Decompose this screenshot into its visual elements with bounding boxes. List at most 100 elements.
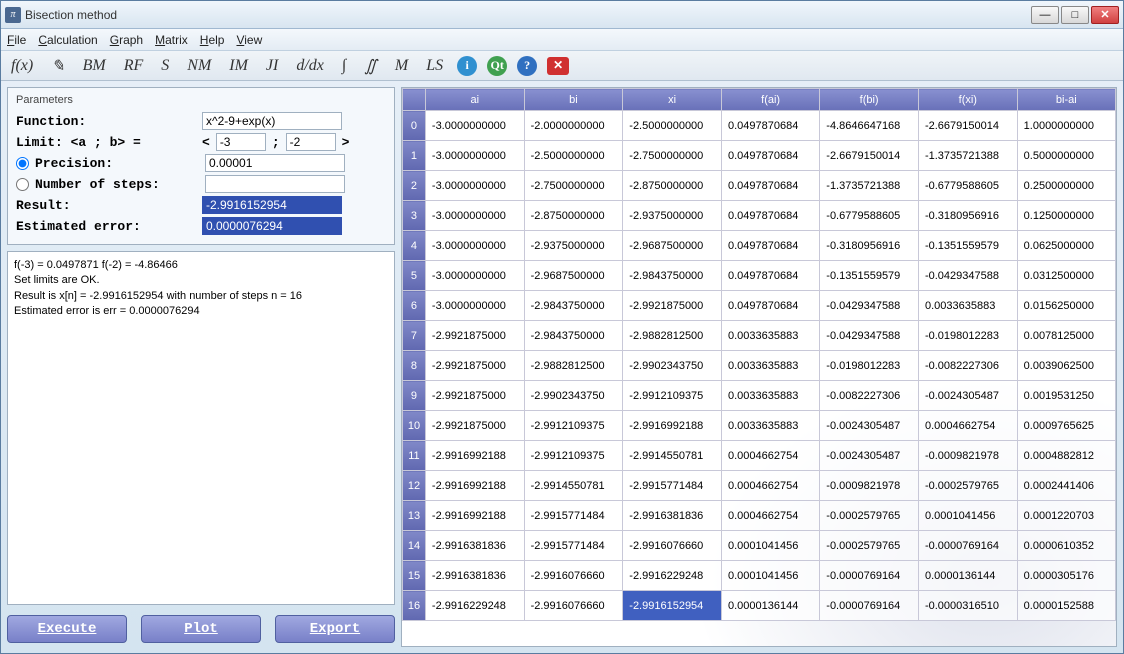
table-cell[interactable]: -0.0000316510 [918, 591, 1017, 621]
table-cell[interactable]: -0.0198012283 [918, 321, 1017, 351]
table-cell[interactable]: 0.0078125000 [1017, 321, 1115, 351]
table-cell[interactable]: 0.0033635883 [918, 291, 1017, 321]
col-header-5[interactable]: f(xi) [918, 89, 1017, 111]
precision-radio[interactable] [16, 157, 29, 170]
table-cell[interactable]: -3.0000000000 [425, 201, 524, 231]
results-table-panel[interactable]: aibixif(ai)f(bi)f(xi)bi-ai 0-3.000000000… [401, 87, 1117, 647]
row-header[interactable]: 12 [403, 471, 426, 501]
table-cell[interactable]: -0.6779588605 [820, 201, 919, 231]
table-cell[interactable]: 0.0004662754 [721, 441, 819, 471]
tool-fx[interactable]: f(x) [7, 55, 37, 77]
table-cell[interactable]: 0.0497870684 [721, 291, 819, 321]
row-header[interactable]: 0 [403, 111, 426, 141]
table-row[interactable]: 9-2.9921875000-2.9902343750-2.9912109375… [403, 381, 1116, 411]
col-header-0[interactable]: ai [425, 89, 524, 111]
export-button[interactable]: Export [275, 615, 395, 643]
table-cell[interactable]: 0.0497870684 [721, 261, 819, 291]
row-header[interactable]: 16 [403, 591, 426, 621]
table-cell[interactable]: -0.0024305487 [820, 411, 919, 441]
table-cell[interactable]: -2.9916992188 [425, 501, 524, 531]
menu-file[interactable]: File [7, 33, 26, 47]
table-cell[interactable]: 0.0004882812 [1017, 441, 1115, 471]
table-cell[interactable]: 1.0000000000 [1017, 111, 1115, 141]
table-cell[interactable]: 0.0000136144 [918, 561, 1017, 591]
tool-dint[interactable]: ∬ [360, 54, 381, 78]
table-cell[interactable]: -2.9921875000 [623, 291, 722, 321]
tool-m[interactable]: M [391, 55, 412, 77]
stop-icon[interactable]: ✕ [547, 57, 569, 75]
table-cell[interactable]: 0.0497870684 [721, 111, 819, 141]
table-cell[interactable]: -2.8750000000 [524, 201, 623, 231]
table-cell[interactable]: -2.9916229248 [623, 561, 722, 591]
table-cell[interactable]: -0.0024305487 [820, 441, 919, 471]
table-cell[interactable]: 0.0009765625 [1017, 411, 1115, 441]
table-row[interactable]: 15-2.9916381836-2.9916076660-2.991622924… [403, 561, 1116, 591]
table-cell[interactable]: -1.3735721388 [918, 141, 1017, 171]
table-cell[interactable]: -2.9921875000 [425, 381, 524, 411]
table-cell[interactable]: -2.9916076660 [623, 531, 722, 561]
menu-calculation[interactable]: Calculation [38, 33, 97, 47]
table-cell[interactable]: -3.0000000000 [425, 141, 524, 171]
menu-matrix[interactable]: Matrix [155, 33, 188, 47]
titlebar[interactable]: π Bisection method — □ ✕ [1, 1, 1123, 29]
table-cell[interactable]: -2.9916381836 [425, 561, 524, 591]
table-cell[interactable]: -0.0429347588 [820, 291, 919, 321]
table-cell[interactable]: -2.9914550781 [623, 441, 722, 471]
tool-bm[interactable]: BM [79, 55, 110, 77]
col-header-2[interactable]: xi [623, 89, 722, 111]
table-cell[interactable]: -2.9921875000 [425, 411, 524, 441]
table-cell[interactable]: -2.9375000000 [524, 231, 623, 261]
table-cell[interactable]: -0.0082227306 [820, 381, 919, 411]
execute-button[interactable]: Execute [7, 615, 127, 643]
table-cell[interactable]: 0.0004662754 [918, 411, 1017, 441]
table-cell[interactable]: -0.6779588605 [918, 171, 1017, 201]
table-row[interactable]: 4-3.0000000000-2.9375000000-2.9687500000… [403, 231, 1116, 261]
table-cell[interactable]: -2.5000000000 [623, 111, 722, 141]
tool-ddx[interactable]: d/dx [292, 55, 328, 77]
table-cell[interactable]: -0.0009821978 [820, 471, 919, 501]
table-cell[interactable]: 0.0497870684 [721, 231, 819, 261]
info-icon[interactable]: i [457, 56, 477, 76]
table-cell[interactable]: 0.0000136144 [721, 591, 819, 621]
table-row[interactable]: 16-2.9916229248-2.9916076660-2.991615295… [403, 591, 1116, 621]
steps-input[interactable] [205, 175, 345, 193]
table-cell[interactable]: -0.3180956916 [918, 201, 1017, 231]
menu-graph[interactable]: Graph [110, 33, 143, 47]
table-cell[interactable]: -2.9915771484 [623, 471, 722, 501]
table-cell[interactable]: -2.9687500000 [524, 261, 623, 291]
table-cell[interactable]: 0.0000152588 [1017, 591, 1115, 621]
row-header[interactable]: 5 [403, 261, 426, 291]
table-cell[interactable]: -2.9916229248 [425, 591, 524, 621]
table-cell[interactable]: -2.9843750000 [524, 321, 623, 351]
table-cell[interactable]: -0.0198012283 [820, 351, 919, 381]
row-header[interactable]: 8 [403, 351, 426, 381]
row-header[interactable]: 3 [403, 201, 426, 231]
table-cell[interactable]: -1.3735721388 [820, 171, 919, 201]
table-cell[interactable]: -2.9914550781 [524, 471, 623, 501]
table-cell[interactable]: 0.0000610352 [1017, 531, 1115, 561]
table-row[interactable]: 11-2.9916992188-2.9912109375-2.991455078… [403, 441, 1116, 471]
table-cell[interactable]: -2.9375000000 [623, 201, 722, 231]
table-cell[interactable]: -4.8646647168 [820, 111, 919, 141]
qt-icon[interactable]: Qt [487, 56, 507, 76]
table-cell[interactable]: -2.9915771484 [524, 531, 623, 561]
table-cell[interactable]: 0.0033635883 [721, 351, 819, 381]
table-cell[interactable]: -2.9916076660 [524, 591, 623, 621]
tool-nm[interactable]: NM [183, 55, 215, 77]
table-cell[interactable]: 0.0312500000 [1017, 261, 1115, 291]
table-cell[interactable]: 0.0033635883 [721, 381, 819, 411]
table-cell[interactable]: -3.0000000000 [425, 111, 524, 141]
table-cell[interactable]: -2.9916381836 [623, 501, 722, 531]
table-cell[interactable]: -2.9916992188 [425, 471, 524, 501]
log-area[interactable]: f(-3) = 0.0497871 f(-2) = -4.86466 Set l… [7, 251, 395, 605]
table-cell[interactable]: -2.9916381836 [425, 531, 524, 561]
tool-rf[interactable]: RF [120, 55, 148, 77]
table-cell[interactable]: -2.9921875000 [425, 321, 524, 351]
table-cell[interactable]: -0.0000769164 [820, 561, 919, 591]
table-row[interactable]: 14-2.9916381836-2.9915771484-2.991607666… [403, 531, 1116, 561]
table-cell[interactable]: -0.0429347588 [820, 321, 919, 351]
row-header[interactable]: 10 [403, 411, 426, 441]
table-cell[interactable]: 0.0497870684 [721, 141, 819, 171]
table-cell[interactable]: -3.0000000000 [425, 171, 524, 201]
table-cell[interactable]: 0.0000305176 [1017, 561, 1115, 591]
